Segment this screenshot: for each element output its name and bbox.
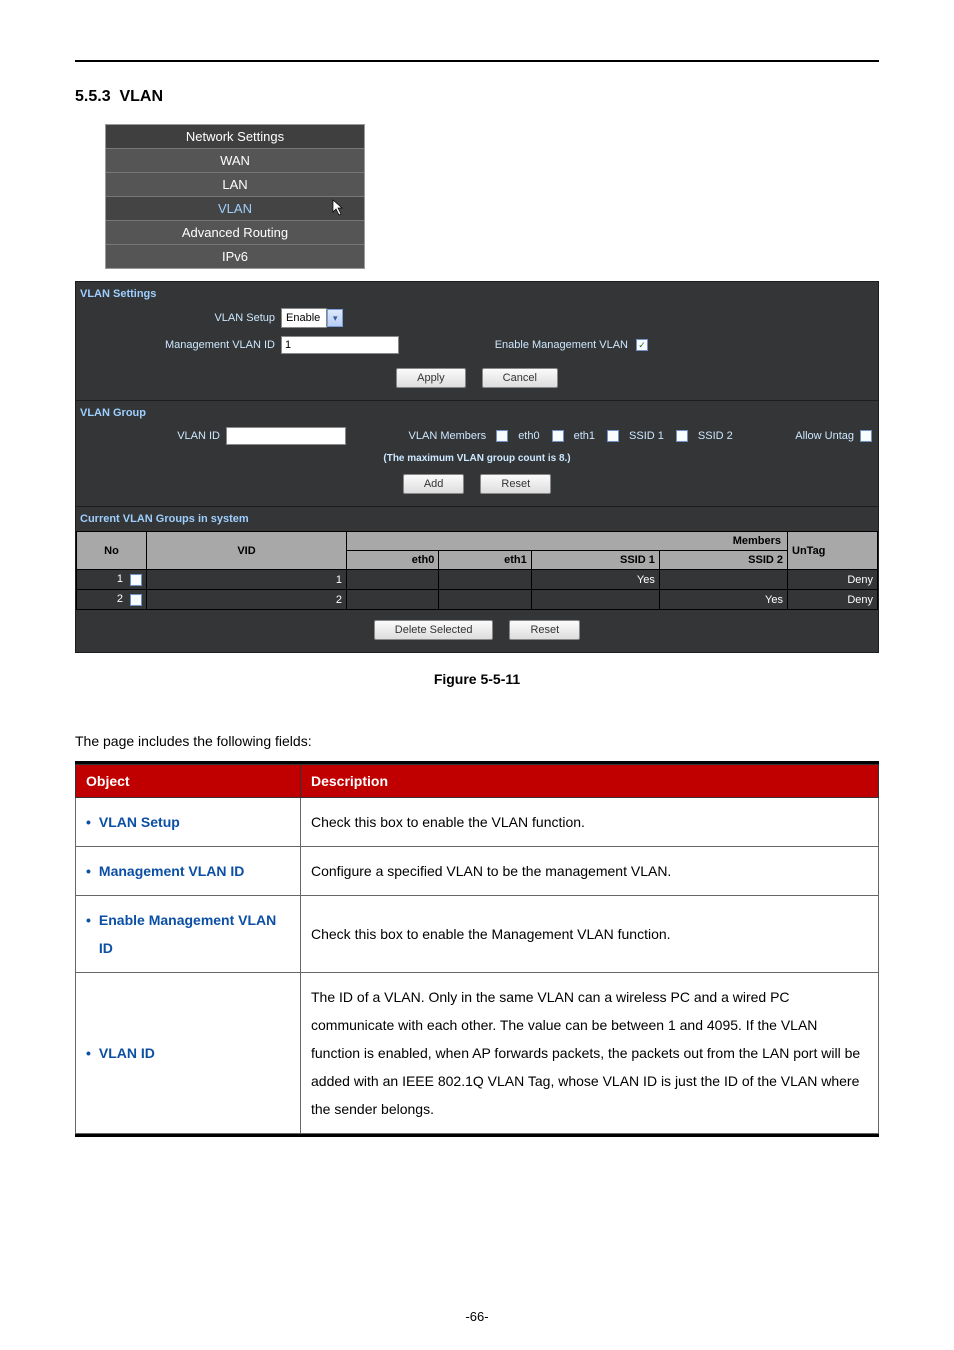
desc-cell: Check this box to enable the Management … bbox=[301, 896, 879, 973]
cell-vid: 2 bbox=[147, 590, 347, 610]
object-cell: •VLAN Setup bbox=[76, 798, 301, 847]
figure-caption: Figure 5-5-11 bbox=[75, 671, 879, 687]
apply-button[interactable]: Apply bbox=[396, 368, 466, 388]
enable-mgmt-vlan-label: Enable Management VLAN bbox=[495, 339, 628, 351]
table-row: 2 2 Yes Deny bbox=[77, 590, 878, 610]
mgmt-vlan-id-input[interactable] bbox=[281, 336, 399, 354]
row-select-checkbox[interactable] bbox=[130, 574, 142, 586]
add-button[interactable]: Add bbox=[403, 474, 465, 494]
row-select-checkbox[interactable] bbox=[130, 594, 142, 606]
current-vlan-groups-table: No VID Members UnTag eth0 eth1 SSID 1 SS… bbox=[76, 531, 878, 610]
vlan-members-label: VLAN Members bbox=[409, 430, 487, 442]
col-eth1: eth1 bbox=[439, 551, 531, 570]
object-cell: •VLAN ID bbox=[76, 973, 301, 1134]
panel-title-current-groups: Current VLAN Groups in system bbox=[76, 507, 878, 529]
cell-no: 1 bbox=[117, 573, 123, 585]
cancel-button[interactable]: Cancel bbox=[482, 368, 558, 388]
nav-item-label: WAN bbox=[220, 153, 250, 168]
desc-cell: Check this box to enable the VLAN functi… bbox=[301, 798, 879, 847]
panel-title-vlan-group: VLAN Group bbox=[76, 401, 878, 423]
member-ssid1-label: SSID 1 bbox=[629, 430, 664, 442]
desc-cell: The ID of a VLAN. Only in the same VLAN … bbox=[301, 973, 879, 1134]
member-ssid1-checkbox[interactable] bbox=[607, 430, 619, 442]
vlan-group-note: (The maximum VLAN group count is 8.) bbox=[76, 453, 878, 464]
nav-item-label: Advanced Routing bbox=[182, 225, 288, 240]
cell-eth0 bbox=[347, 570, 439, 590]
cell-ssid2 bbox=[659, 570, 787, 590]
reset-groups-button[interactable]: Reset bbox=[509, 620, 580, 640]
member-ssid2-checkbox[interactable] bbox=[676, 430, 688, 442]
allow-untag-checkbox[interactable] bbox=[860, 430, 872, 442]
cell-eth0 bbox=[347, 590, 439, 610]
nav-item-label: IPv6 bbox=[222, 249, 248, 264]
col-vid: VID bbox=[147, 532, 347, 570]
page-number: -66- bbox=[0, 1309, 954, 1324]
cell-untag: Deny bbox=[788, 570, 878, 590]
section-heading: 5.5.3 VLAN bbox=[75, 88, 879, 106]
member-ssid2-label: SSID 2 bbox=[698, 430, 733, 442]
nav-item-advanced-routing[interactable]: Advanced Routing bbox=[106, 220, 364, 244]
nav-item-lan[interactable]: LAN bbox=[106, 172, 364, 196]
col-ssid1: SSID 1 bbox=[531, 551, 659, 570]
panel-title-vlan-settings: VLAN Settings bbox=[76, 282, 878, 304]
enable-mgmt-vlan-checkbox[interactable]: ✓ bbox=[636, 339, 648, 351]
col-ssid2: SSID 2 bbox=[659, 551, 787, 570]
section-title: VLAN bbox=[119, 88, 163, 105]
member-eth0-label: eth0 bbox=[518, 430, 539, 442]
current-vlan-groups-panel: Current VLAN Groups in system No VID Mem… bbox=[75, 507, 879, 653]
vlan-setup-value: Enable bbox=[284, 312, 324, 324]
cell-eth1 bbox=[439, 570, 531, 590]
vlan-id-input[interactable] bbox=[226, 427, 346, 445]
nav-item-ipv6[interactable]: IPv6 bbox=[106, 244, 364, 268]
col-no: No bbox=[77, 532, 147, 570]
vlan-group-panel: VLAN Group VLAN ID VLAN Members eth0 eth… bbox=[75, 401, 879, 507]
vlan-setup-label: VLAN Setup bbox=[76, 312, 281, 324]
vlan-id-label: VLAN ID bbox=[76, 430, 226, 442]
intro-paragraph: The page includes the following fields: bbox=[75, 733, 879, 749]
nav-item-vlan[interactable]: VLAN bbox=[106, 196, 364, 220]
cell-ssid1 bbox=[531, 590, 659, 610]
section-number: 5.5.3 bbox=[75, 88, 111, 105]
member-eth1-label: eth1 bbox=[574, 430, 595, 442]
col-eth0: eth0 bbox=[347, 551, 439, 570]
cell-eth1 bbox=[439, 590, 531, 610]
object-cell: •Management VLAN ID bbox=[76, 847, 301, 896]
description-table: Object Description •VLAN Setup Check thi… bbox=[75, 764, 879, 1134]
delete-selected-button[interactable]: Delete Selected bbox=[374, 620, 494, 640]
mgmt-vlan-id-label: Management VLAN ID bbox=[76, 339, 281, 351]
col-untag: UnTag bbox=[788, 532, 878, 570]
col-description: Description bbox=[301, 765, 879, 798]
nav-menu: Network Settings WAN LAN VLAN Advanced R… bbox=[105, 124, 365, 269]
member-eth1-checkbox[interactable] bbox=[552, 430, 564, 442]
cell-vid: 1 bbox=[147, 570, 347, 590]
col-members: Members bbox=[347, 532, 788, 551]
vlan-settings-panel: VLAN Settings VLAN Setup Enable ▾ Manage… bbox=[75, 281, 879, 401]
nav-item-label: VLAN bbox=[218, 201, 252, 216]
cell-untag: Deny bbox=[788, 590, 878, 610]
table-row: 1 1 Yes Deny bbox=[77, 570, 878, 590]
vlan-setup-select[interactable]: Enable bbox=[281, 308, 327, 328]
nav-header: Network Settings bbox=[106, 125, 364, 148]
nav-item-wan[interactable]: WAN bbox=[106, 148, 364, 172]
desc-cell: Configure a specified VLAN to be the man… bbox=[301, 847, 879, 896]
allow-untag-label: Allow Untag bbox=[795, 430, 854, 442]
col-object: Object bbox=[76, 765, 301, 798]
cell-no: 2 bbox=[117, 593, 123, 605]
chevron-down-icon[interactable]: ▾ bbox=[327, 309, 343, 327]
nav-item-label: LAN bbox=[222, 177, 247, 192]
object-cell: •Enable Management VLAN ID bbox=[76, 896, 301, 973]
member-eth0-checkbox[interactable] bbox=[496, 430, 508, 442]
cell-ssid2: Yes bbox=[659, 590, 787, 610]
cell-ssid1: Yes bbox=[531, 570, 659, 590]
reset-button[interactable]: Reset bbox=[480, 474, 551, 494]
